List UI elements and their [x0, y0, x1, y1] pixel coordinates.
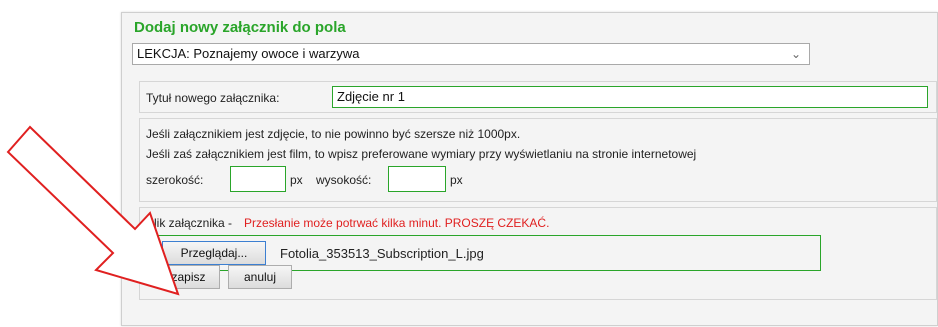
lesson-select[interactable]: LEKCJA: Poznajemy owoce i warzywa ⌄	[132, 43, 810, 65]
height-input[interactable]	[388, 166, 446, 192]
width-label: szerokość:	[146, 173, 204, 187]
attachment-title-input[interactable]: Zdjęcie nr 1	[332, 86, 928, 108]
dimensions-info-line-1: Jeśli załącznikiem jest zdjęcie, to nie …	[146, 127, 521, 141]
file-label: Plik załącznika -	[146, 216, 233, 230]
save-button[interactable]: zapisz	[157, 265, 220, 289]
browse-button[interactable]: Przeglądaj...	[162, 241, 266, 265]
dimensions-section: Jeśli załącznikiem jest zdjęcie, to nie …	[139, 118, 937, 202]
dimensions-info-line-2: Jeśli zaś załącznikiem jest film, to wpi…	[146, 147, 697, 161]
title-label: Tytuł nowego załącznika:	[146, 91, 280, 105]
lesson-select-value: LEKCJA: Poznajemy owoce i warzywa	[137, 46, 360, 61]
selected-file-name: Fotolia_353513_Subscription_L.jpg	[280, 246, 484, 261]
height-label: wysokość:	[316, 173, 372, 187]
width-input[interactable]	[230, 166, 286, 192]
dialog-title: Dodaj nowy załącznik do pola	[134, 19, 346, 36]
attachment-dialog: Dodaj nowy załącznik do pola LEKCJA: Poz…	[121, 12, 938, 326]
width-unit: px	[290, 173, 303, 187]
chevron-down-icon[interactable]: ⌄	[791, 44, 801, 64]
title-section: Tytuł nowego załącznika: Zdjęcie nr 1	[139, 81, 937, 113]
cancel-button[interactable]: anuluj	[228, 265, 292, 289]
upload-warning: Przesłanie może potrwać kilka minut. PRO…	[244, 216, 550, 230]
height-unit: px	[450, 173, 463, 187]
